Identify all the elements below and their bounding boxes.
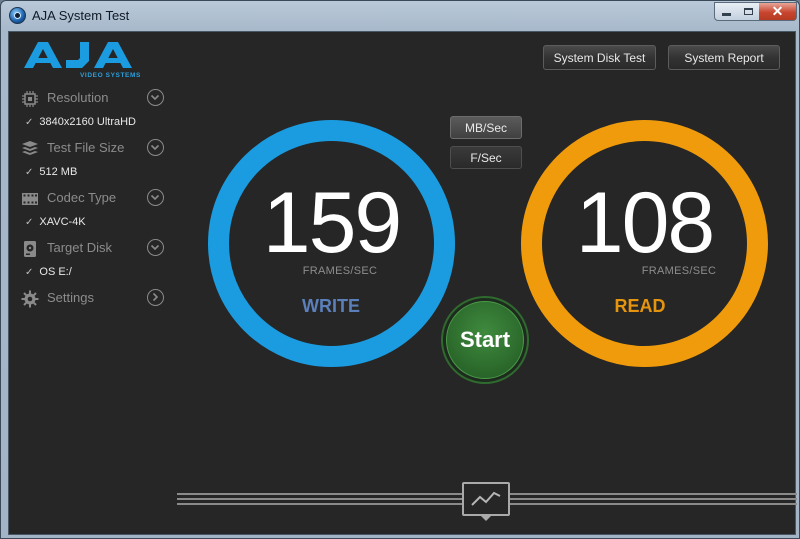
codec-type-value-text: XAVC-4K bbox=[39, 216, 86, 228]
target-disk-value: ✓ OS E:/ bbox=[25, 266, 72, 278]
read-label: READ bbox=[614, 296, 666, 316]
read-value: 108 bbox=[575, 175, 716, 271]
aja-logo: VIDEO SYSTEMS bbox=[22, 38, 162, 79]
sidebar-item-label: Test File Size bbox=[47, 140, 125, 155]
close-icon: ✕ bbox=[771, 3, 784, 19]
sidebar-item-label: Resolution bbox=[47, 90, 109, 105]
chevron-right-icon[interactable] bbox=[147, 289, 164, 306]
read-unit-label: FRAMES/SEC bbox=[641, 265, 717, 277]
disk-icon bbox=[24, 241, 36, 257]
graph-pointer-icon bbox=[479, 514, 493, 521]
maximize-button[interactable] bbox=[737, 2, 760, 21]
write-unit-label: FRAMES/SEC bbox=[302, 265, 378, 277]
resolution-value-text: 3840x2160 UltraHD bbox=[39, 116, 137, 128]
start-button[interactable]: Start bbox=[446, 301, 524, 379]
aja-logo-mark bbox=[24, 42, 132, 68]
write-label: WRITE bbox=[302, 296, 360, 316]
window-title: AJA System Test bbox=[32, 8, 130, 23]
chevron-down-icon[interactable] bbox=[147, 189, 164, 206]
mb-sec-toggle[interactable]: MB/Sec bbox=[450, 116, 522, 139]
sidebar-item-settings[interactable]: Settings bbox=[21, 288, 171, 310]
sidebar-item-resolution[interactable]: Resolution bbox=[21, 88, 171, 110]
graph-toggle-button[interactable] bbox=[462, 482, 510, 516]
sidebar-item-test-file-size[interactable]: Test File Size bbox=[21, 138, 171, 160]
line-graph-icon bbox=[471, 491, 501, 506]
target-disk-value-text: OS E:/ bbox=[39, 266, 72, 278]
sidebar-item-label: Codec Type bbox=[47, 190, 117, 205]
test-file-size-value: ✓ 512 MB bbox=[25, 166, 77, 178]
sidebar-item-label: Target Disk bbox=[47, 240, 113, 255]
gear-icon bbox=[21, 290, 39, 308]
app-icon bbox=[9, 7, 26, 24]
film-strip-icon bbox=[22, 193, 38, 205]
f-sec-toggle[interactable]: F/Sec bbox=[450, 146, 522, 169]
chevron-down-icon[interactable] bbox=[147, 239, 164, 256]
logo-subtext: VIDEO SYSTEMS bbox=[80, 72, 141, 79]
codec-type-value: ✓ XAVC-4K bbox=[25, 216, 86, 228]
stack-icon bbox=[22, 141, 38, 155]
system-report-button[interactable]: System Report bbox=[668, 45, 780, 70]
sidebar-item-label: Settings bbox=[47, 290, 94, 305]
check-icon: ✓ bbox=[25, 217, 34, 228]
chevron-down-icon[interactable] bbox=[147, 139, 164, 156]
check-icon: ✓ bbox=[25, 267, 34, 278]
check-icon: ✓ bbox=[25, 167, 34, 178]
resolution-chip-icon bbox=[22, 91, 38, 107]
test-file-size-value-text: 512 MB bbox=[39, 166, 78, 178]
title-bar[interactable]: AJA System Test ✕ bbox=[1, 1, 799, 31]
system-disk-test-button[interactable]: System Disk Test bbox=[543, 45, 656, 70]
write-value: 159 bbox=[262, 175, 403, 271]
close-button[interactable]: ✕ bbox=[759, 2, 797, 21]
minimize-button[interactable] bbox=[714, 2, 738, 21]
main-panel: VIDEO SYSTEMS Resolution ✓ 3840x2160 Ultr… bbox=[8, 31, 797, 535]
sidebar-item-target-disk[interactable]: Target Disk bbox=[21, 238, 171, 260]
app-window: AJA System Test ✕ VIDEO SYSTEMS Resoluti… bbox=[0, 0, 800, 539]
sidebar-item-codec-type[interactable]: Codec Type bbox=[21, 188, 171, 210]
resolution-value: ✓ 3840x2160 UltraHD bbox=[25, 116, 136, 128]
check-icon: ✓ bbox=[25, 117, 34, 128]
chevron-down-icon[interactable] bbox=[147, 89, 164, 106]
